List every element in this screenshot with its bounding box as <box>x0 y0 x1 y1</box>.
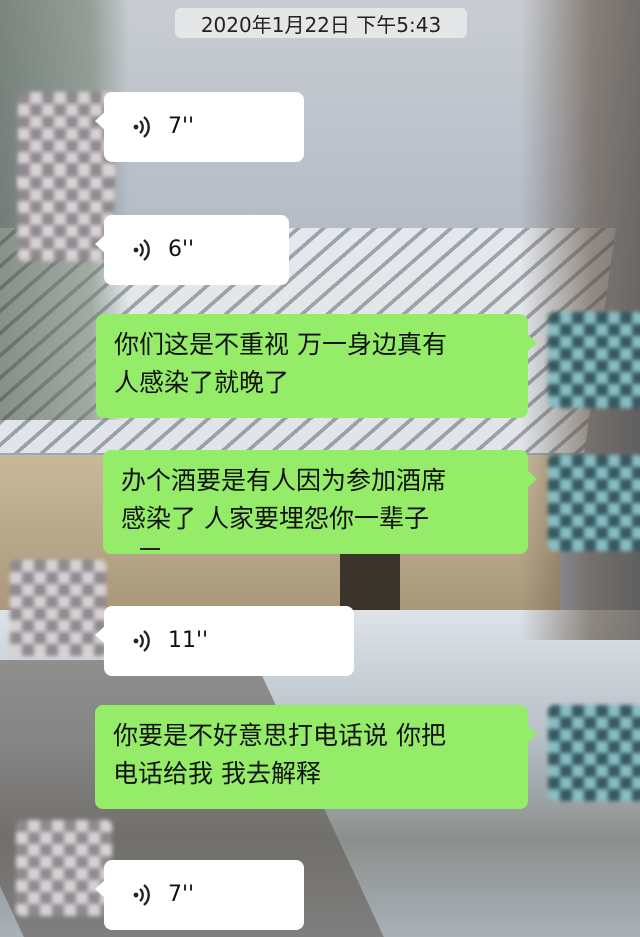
sent-text-bubble[interactable]: 你们这是不重视 万一身边真有 人感染了就晚了 <box>96 314 537 418</box>
message-line: 感染了 人家要埋怨你一辈子 <box>121 504 429 533</box>
voice-duration: 7'' <box>168 114 195 139</box>
voice-message-bubble[interactable]: 7'' <box>95 92 304 162</box>
sent-text-bubble[interactable]: 你要是不好意思打电话说 你把 电话给我 我去解释 <box>95 705 537 809</box>
voice-message-bubble[interactable]: 7'' <box>95 860 304 930</box>
voice-wave-icon <box>133 884 150 906</box>
my-avatar[interactable] <box>548 312 640 408</box>
voice-wave-icon <box>133 630 150 652</box>
sent-text-bubble[interactable]: 办个酒要是有人因为参加酒席 感染了 人家要埋怨你一辈子 <box>103 450 537 554</box>
contact-avatar[interactable] <box>16 820 112 916</box>
contact-avatar[interactable] <box>10 560 106 656</box>
my-avatar[interactable] <box>548 705 640 801</box>
voice-duration: 6'' <box>168 237 195 262</box>
message-line: 电话给我 我去解释 <box>113 759 321 788</box>
message-line: 办个酒要是有人因为参加酒席 <box>121 466 447 495</box>
voice-duration: 7'' <box>168 882 195 907</box>
chat-timestamp: 2020年1月22日 下午5:43 <box>175 8 467 38</box>
background-door <box>340 545 400 615</box>
voice-wave-icon <box>133 116 150 138</box>
message-line: 人感染了就晚了 <box>114 368 290 397</box>
bubble-mark <box>140 548 160 550</box>
voice-duration: 11'' <box>168 628 209 653</box>
voice-message-bubble[interactable]: 11'' <box>95 606 354 676</box>
message-line: 你要是不好意思打电话说 你把 <box>113 721 446 750</box>
message-line: 你们这是不重视 万一身边真有 <box>114 330 447 359</box>
voice-wave-icon <box>133 239 150 261</box>
voice-message-bubble[interactable]: 6'' <box>95 215 289 285</box>
my-avatar[interactable] <box>548 455 640 551</box>
